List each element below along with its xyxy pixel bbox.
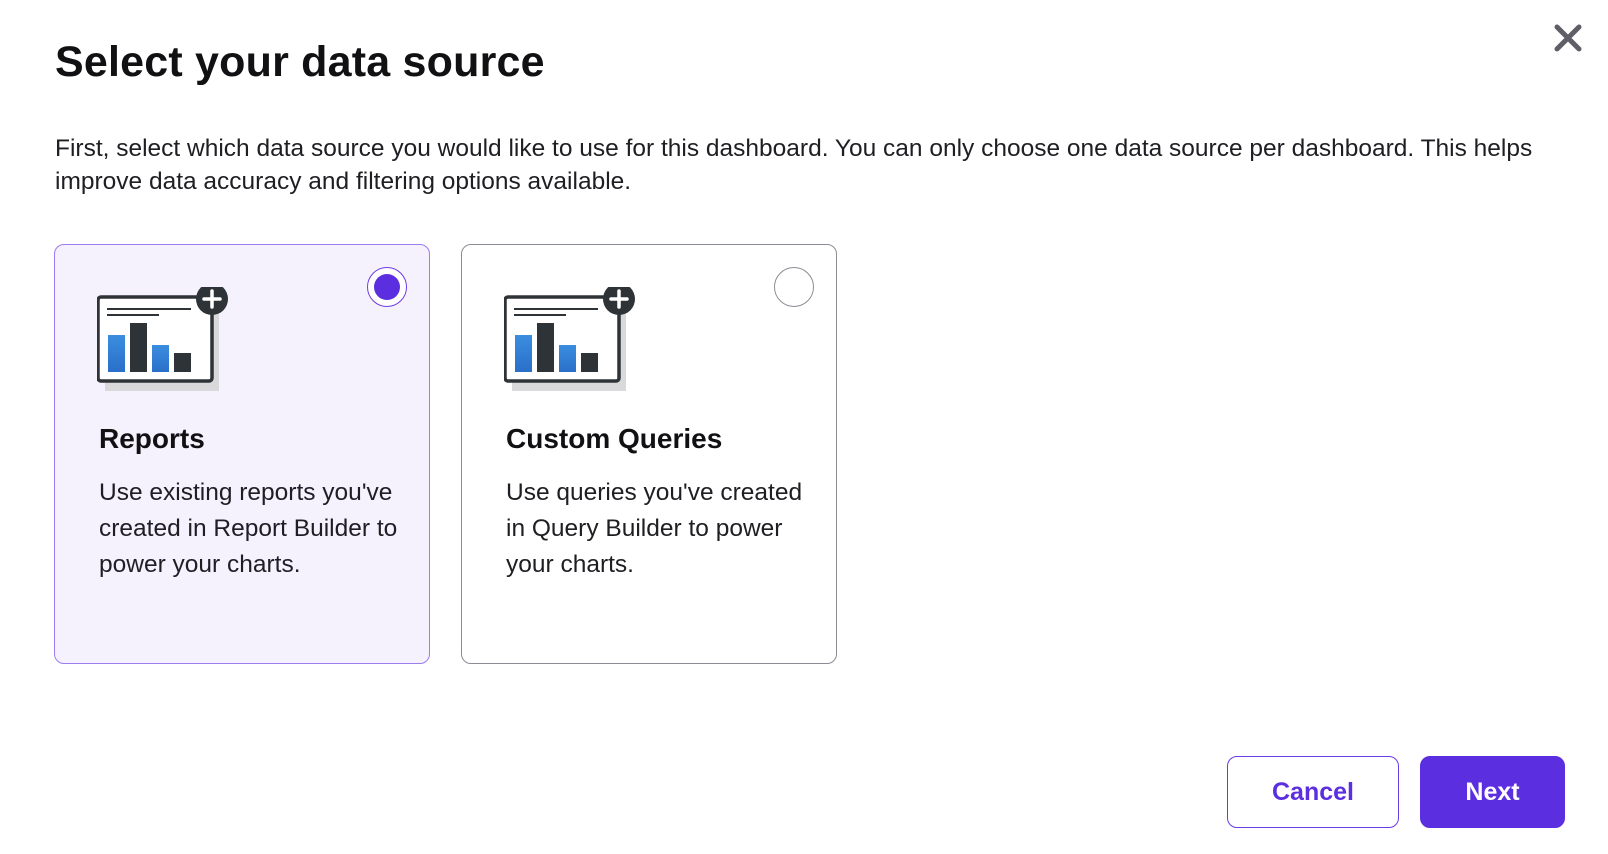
option-title-custom-queries: Custom Queries xyxy=(506,423,723,454)
query-chart-add-icon xyxy=(504,287,635,391)
option-card-custom-queries[interactable]: Custom Queries Use queries you've create… xyxy=(461,244,837,664)
report-chart-add-icon xyxy=(97,287,228,391)
dialog-title: Select your data source xyxy=(55,38,545,86)
close-icon[interactable] xyxy=(1553,23,1583,53)
option-title-reports: Reports xyxy=(99,423,205,454)
dialog-description: First, select which data source you woul… xyxy=(55,135,1533,195)
cancel-button[interactable]: Cancel xyxy=(1227,756,1399,828)
next-button[interactable]: Next xyxy=(1420,756,1565,828)
radio-custom-queries[interactable] xyxy=(774,267,814,307)
radio-reports[interactable] xyxy=(367,267,407,307)
option-card-reports[interactable]: Reports Use existing reports you've crea… xyxy=(54,244,430,664)
close-button[interactable] xyxy=(1548,18,1588,58)
option-description-custom-queries: Use queries you've created in Query Buil… xyxy=(506,479,803,578)
option-description-reports: Use existing reports you've created in R… xyxy=(99,479,398,578)
